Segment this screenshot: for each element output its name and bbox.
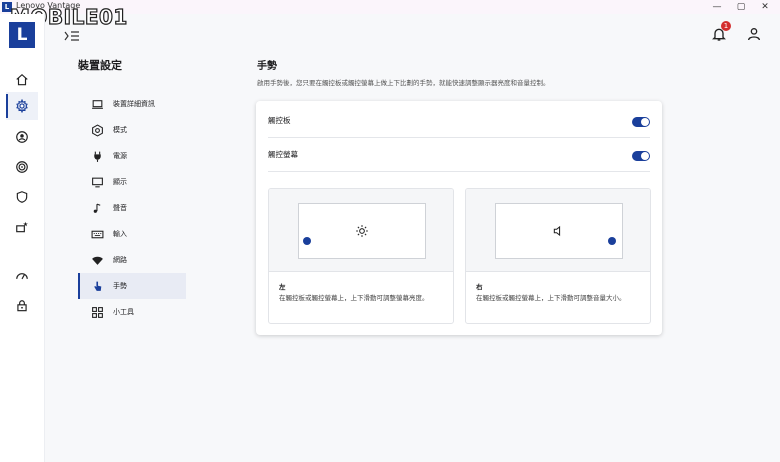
nav-item-gestures[interactable]: 手勢 [78, 273, 186, 299]
volume-icon [553, 225, 561, 237]
settings-title: 裝置設定 [78, 59, 122, 72]
nav-item-display[interactable]: 顯示 [78, 169, 186, 195]
laptop-icon [90, 97, 104, 111]
nav-item-power[interactable]: 電源 [78, 143, 186, 169]
monitor-icon [90, 175, 104, 189]
nav-item-label: 裝置詳細資訊 [113, 100, 155, 108]
left-gesture-demo: 左 在觸控板或觸控螢幕上，上下滑動可調整螢幕亮度。 [268, 188, 454, 324]
close-button[interactable]: ✕ [758, 1, 772, 13]
toggle-knob [641, 118, 649, 126]
shield-icon [16, 191, 28, 203]
touchscreen-label: 觸控螢幕 [268, 150, 298, 159]
rail-dashboard-button[interactable] [6, 262, 38, 290]
keyboard-icon [90, 227, 104, 241]
rail-account-button[interactable] [6, 123, 38, 151]
home-icon [16, 73, 28, 86]
apps-star-icon [16, 221, 28, 233]
gesture-point-right [608, 237, 616, 245]
notification-badge: 1 [721, 21, 731, 31]
wifi-icon [90, 253, 104, 267]
rail-security-button[interactable] [6, 183, 38, 211]
speedometer-icon [16, 273, 28, 280]
demo-description: 在觸控板或觸控螢幕上，上下滑動可調整音量大小。 [476, 294, 626, 302]
nav-item-label: 聲音 [113, 204, 127, 212]
lenovo-logo: L [9, 22, 35, 48]
demo-touchpad [298, 203, 426, 259]
touchscreen-toggle[interactable] [632, 151, 650, 161]
music-note-icon [90, 201, 104, 215]
brightness-icon [356, 225, 368, 237]
nav-item-input[interactable]: 輸入 [78, 221, 186, 247]
rail-lock-button[interactable] [6, 292, 38, 320]
nav-item-label: 小工具 [113, 308, 134, 316]
nav-rail: L [0, 14, 45, 462]
page-title: 手勢 [257, 61, 277, 72]
demo-title: 右 [476, 283, 483, 291]
nav-item-label: 顯示 [113, 178, 127, 186]
right-gesture-demo: 右 在觸控板或觸控螢幕上，上下滑動可調整音量大小。 [465, 188, 651, 324]
demo-stage [269, 189, 453, 272]
touchscreen-row: 觸控螢幕 [268, 138, 650, 172]
touchpad-toggle[interactable] [632, 117, 650, 127]
touchpad-label: 觸控板 [268, 116, 291, 125]
nav-item-label: 網路 [113, 256, 127, 264]
maximize-button[interactable]: ▢ [734, 1, 748, 13]
lock-icon [17, 300, 27, 312]
rail-device-settings-button[interactable] [6, 92, 38, 120]
toggle-knob [641, 152, 649, 160]
demo-stage [466, 189, 650, 272]
user-icon[interactable] [746, 26, 762, 42]
nav-item-label: 輸入 [113, 230, 127, 238]
gear-icon [16, 99, 28, 113]
demo-title: 左 [279, 283, 286, 291]
gesture-settings-card: 觸控板 觸控螢幕 左 在觸控板或觸控螢幕上，上下滑動可調整螢幕亮度。 右 在觸控… [256, 101, 662, 335]
hand-touch-icon [90, 279, 104, 293]
touchpad-row: 觸控板 [268, 104, 650, 138]
radar-icon [16, 161, 28, 173]
demo-touchpad [495, 203, 623, 259]
minimize-button[interactable]: — [710, 1, 724, 13]
widgets-icon [90, 305, 104, 319]
nav-item-network[interactable]: 網路 [78, 247, 186, 273]
rail-apps-button[interactable] [6, 213, 38, 241]
rail-home-button[interactable] [6, 66, 38, 94]
nav-item-label: 電源 [113, 152, 127, 160]
nav-item-modes[interactable]: 模式 [78, 117, 186, 143]
nav-item-label: 模式 [113, 126, 127, 134]
rail-performance-button[interactable] [6, 153, 38, 181]
nav-item-widgets[interactable]: 小工具 [78, 299, 186, 325]
hexagon-gear-icon [90, 123, 104, 137]
plug-icon [90, 149, 104, 163]
collapse-menu-icon[interactable] [64, 29, 80, 43]
page-description: 啟用手勢後，您只要在觸控板或觸控螢幕上做上下比劃的手勢，就能快速調整顯示器亮度和… [257, 79, 550, 87]
account-circle-icon [16, 131, 28, 143]
demo-description: 在觸控板或觸控螢幕上，上下滑動可調整螢幕亮度。 [279, 294, 429, 302]
nav-item-label: 手勢 [113, 282, 127, 290]
nav-item-audio[interactable]: 聲音 [78, 195, 186, 221]
nav-item-device-details[interactable]: 裝置詳細資訊 [78, 91, 186, 117]
gesture-point-left [303, 237, 311, 245]
